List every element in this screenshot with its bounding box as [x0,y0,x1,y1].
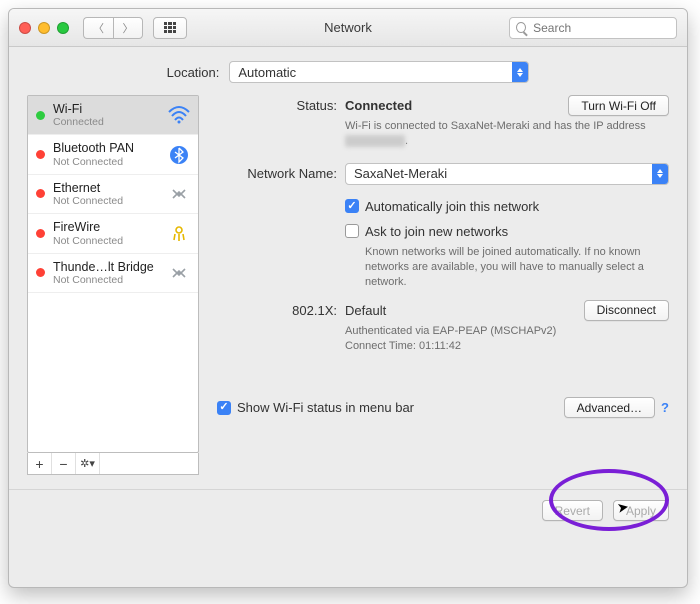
search-field[interactable] [509,17,677,39]
sidebar-item-sub: Not Connected [53,195,123,207]
checkbox-icon [345,224,359,238]
menubar-label: Show Wi-Fi status in menu bar [237,400,414,415]
ask-join-desc: Known networks will be joined automatica… [365,245,669,290]
auto-join-checkbox[interactable]: Automatically join this network [345,199,539,214]
ethernet-icon [168,262,190,284]
ask-join-checkbox[interactable]: Ask to join new networks [345,224,508,239]
network-name-value: SaxaNet-Meraki [354,166,447,181]
checkbox-icon [217,401,231,415]
show-all-prefs-button[interactable] [153,17,187,39]
dot1x-value: Default [345,303,386,318]
status-desc-a: Wi-Fi is connected to SaxaNet-Meraki and… [345,120,646,132]
back-button[interactable]: 〈 [83,17,113,39]
forward-button[interactable]: 〉 [113,17,143,39]
help-button[interactable]: ? [661,400,669,415]
sidebar-item-label: Ethernet [53,181,123,195]
firewire-icon [168,222,190,244]
grid-icon [164,22,176,34]
sidebar-item-wifi[interactable]: Wi-Fi Connected [28,96,198,135]
menubar-checkbox[interactable]: Show Wi-Fi status in menu bar [217,400,414,415]
remove-service-button[interactable]: − [52,453,76,474]
dot1x-label: 802.1X: [217,300,345,354]
sidebar-item-bluetooth[interactable]: Bluetooth PAN Not Connected [28,135,198,174]
ask-join-label: Ask to join new networks [365,224,508,239]
wifi-icon [168,104,190,126]
network-name-label: Network Name: [217,163,345,290]
status-desc-b: . [405,135,408,147]
sidebar-item-label: Bluetooth PAN [53,141,134,155]
status-dot-icon [36,229,45,238]
minimize-window-button[interactable] [38,22,50,34]
close-window-button[interactable] [19,22,31,34]
zoom-window-button[interactable] [57,22,69,34]
status-dot-icon [36,189,45,198]
ip-redacted [345,135,405,147]
status-value: Connected [345,98,412,113]
status-dot-icon [36,268,45,277]
auto-join-label: Automatically join this network [365,199,539,214]
add-service-button[interactable]: + [28,453,52,474]
sidebar-item-label: Wi-Fi [53,102,104,116]
sidebar-item-sub: Not Connected [53,274,154,286]
service-list[interactable]: Wi-Fi Connected Bluetooth PAN Not Connec… [27,95,199,453]
status-label: Status: [217,95,345,149]
ethernet-icon [168,183,190,205]
sidebar-item-label: FireWire [53,220,123,234]
sidebar-item-sub: Connected [53,116,104,128]
sidebar-item-firewire[interactable]: FireWire Not Connected [28,214,198,253]
service-actions-button[interactable]: ✲▾ [76,453,100,474]
dot1x-auth: Authenticated via EAP-PEAP (MSCHAPv2) [345,324,669,339]
location-label: Location: [167,65,220,80]
search-icon [516,22,526,33]
location-popup[interactable]: Automatic [229,61,529,83]
location-value: Automatic [238,65,296,80]
sidebar-item-sub: Not Connected [53,156,134,168]
network-name-popup[interactable]: SaxaNet-Meraki [345,163,669,185]
popup-arrows-icon [512,62,528,82]
bluetooth-icon [168,144,190,166]
status-dot-icon [36,150,45,159]
sidebar-item-ethernet[interactable]: Ethernet Not Connected [28,175,198,214]
search-input[interactable] [531,20,670,36]
wifi-toggle-button[interactable]: Turn Wi-Fi Off [568,95,669,116]
sidebar-item-label: Thunde…lt Bridge [53,260,154,274]
revert-button[interactable]: Revert [542,500,603,521]
dot1x-disconnect-button[interactable]: Disconnect [584,300,669,321]
advanced-button[interactable]: Advanced… [564,397,655,418]
sidebar-item-sub: Not Connected [53,235,123,247]
checkbox-icon [345,199,359,213]
status-dot-icon [36,111,45,120]
popup-arrows-icon [652,164,668,184]
dot1x-time: Connect Time: 01:11:42 [345,339,669,354]
sidebar-item-thunderbolt[interactable]: Thunde…lt Bridge Not Connected [28,254,198,293]
apply-button[interactable]: Apply [613,500,669,521]
